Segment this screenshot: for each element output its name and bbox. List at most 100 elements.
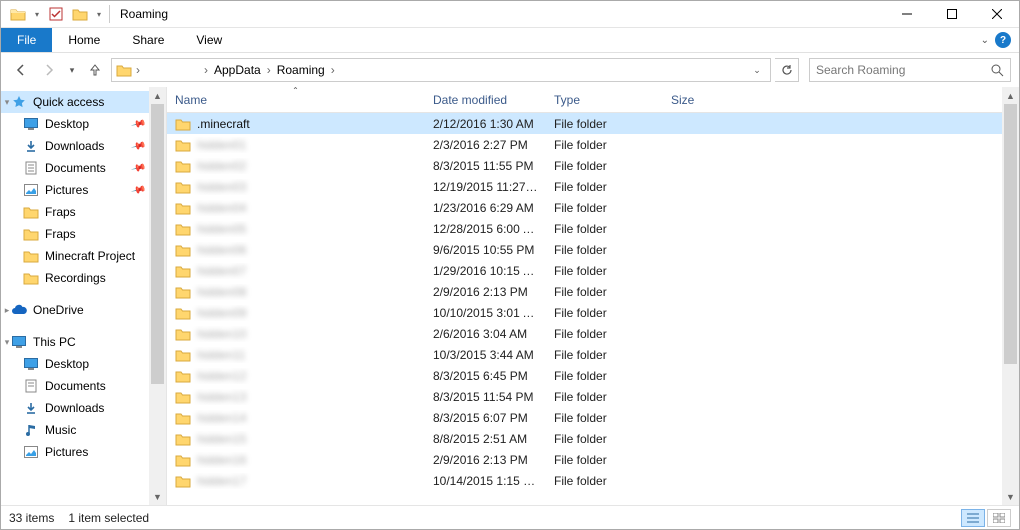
- table-row[interactable]: hidden162/9/2016 2:13 PMFile folder: [167, 449, 1002, 470]
- back-button[interactable]: [9, 58, 33, 82]
- tab-share[interactable]: Share: [116, 28, 180, 52]
- file-name: hidden11: [197, 348, 246, 362]
- chevron-right-icon[interactable]: ▸: [1, 305, 13, 316]
- up-button[interactable]: [83, 58, 107, 82]
- scrollbar-thumb[interactable]: [1004, 104, 1017, 364]
- close-button[interactable]: [974, 1, 1019, 28]
- sidebar-recordings[interactable]: Recordings: [1, 267, 150, 289]
- sidebar-fraps[interactable]: Fraps: [1, 201, 150, 223]
- scroll-down-icon[interactable]: ▼: [1002, 488, 1019, 505]
- sidebar-scrollbar[interactable]: ▲ ▼: [149, 87, 166, 505]
- table-row[interactable]: hidden138/3/2015 11:54 PMFile folder: [167, 386, 1002, 407]
- chevron-down-icon[interactable]: ▾: [1, 337, 13, 348]
- file-date: 2/9/2016 2:13 PM: [425, 453, 546, 467]
- desktop-icon: [23, 116, 39, 132]
- sidebar-minecraft-project[interactable]: Minecraft Project: [1, 245, 150, 267]
- sidebar-item-label: Pictures: [45, 445, 88, 459]
- file-name: hidden17: [197, 474, 246, 488]
- sidebar-fraps-2[interactable]: Fraps: [1, 223, 150, 245]
- table-row[interactable]: hidden1110/3/2015 3:44 AMFile folder: [167, 344, 1002, 365]
- recent-locations-button[interactable]: ▾: [65, 58, 79, 82]
- scrollbar-track[interactable]: [149, 104, 166, 488]
- file-name: hidden02: [197, 159, 246, 173]
- table-row[interactable]: hidden028/3/2015 11:55 PMFile folder: [167, 155, 1002, 176]
- scroll-up-icon[interactable]: ▲: [1002, 87, 1019, 104]
- sidebar-downloads[interactable]: Downloads 📌: [1, 135, 150, 157]
- sidebar-onedrive[interactable]: ▸ OneDrive: [1, 299, 150, 321]
- table-row[interactable]: hidden0512/28/2015 6:00 AMFile folder: [167, 218, 1002, 239]
- sidebar-pc-downloads[interactable]: Downloads: [1, 397, 150, 419]
- sidebar-this-pc[interactable]: ▾ This PC: [1, 331, 150, 353]
- breadcrumb-appdata[interactable]: AppData: [210, 59, 265, 81]
- file-type: File folder: [546, 138, 663, 152]
- sidebar-pc-music[interactable]: Music: [1, 419, 150, 441]
- folder-icon: [175, 347, 191, 363]
- scrollbar-thumb[interactable]: [151, 104, 164, 384]
- table-row[interactable]: hidden102/6/2016 3:04 AMFile folder: [167, 323, 1002, 344]
- sidebar-pictures[interactable]: Pictures 📌: [1, 179, 150, 201]
- table-row[interactable]: hidden071/29/2016 10:15 AMFile folder: [167, 260, 1002, 281]
- table-row[interactable]: hidden158/8/2015 2:51 AMFile folder: [167, 428, 1002, 449]
- chevron-down-icon[interactable]: ▾: [1, 97, 13, 108]
- details-view-button[interactable]: [961, 509, 985, 527]
- file-type: File folder: [546, 117, 663, 131]
- folder-icon: [175, 452, 191, 468]
- chevron-right-icon[interactable]: ›: [265, 63, 273, 77]
- breadcrumb-roaming[interactable]: Roaming: [273, 59, 329, 81]
- help-icon[interactable]: ?: [995, 32, 1011, 48]
- scroll-down-icon[interactable]: ▼: [149, 488, 166, 505]
- tab-view[interactable]: View: [180, 28, 238, 52]
- maximize-button[interactable]: [929, 1, 974, 28]
- properties-icon[interactable]: [45, 3, 67, 25]
- sidebar-pc-desktop[interactable]: Desktop: [1, 353, 150, 375]
- table-row[interactable]: hidden069/6/2015 10:55 PMFile folder: [167, 239, 1002, 260]
- column-size[interactable]: Size: [663, 87, 741, 112]
- chevron-right-icon[interactable]: ›: [202, 63, 210, 77]
- content-scrollbar[interactable]: ▲ ▼: [1002, 87, 1019, 505]
- status-item-count: 33 items: [9, 511, 54, 525]
- refresh-button[interactable]: [775, 58, 799, 82]
- forward-button[interactable]: [37, 58, 61, 82]
- chevron-right-icon[interactable]: ›: [134, 63, 142, 77]
- sidebar-pc-documents[interactable]: Documents: [1, 375, 150, 397]
- scrollbar-track[interactable]: [1002, 104, 1019, 488]
- qat-dropdown-icon[interactable]: ▾: [31, 3, 43, 25]
- ribbon-expand-icon[interactable]: ⌄: [981, 35, 989, 46]
- table-row[interactable]: .minecraft2/12/2016 1:30 AMFile folder: [167, 113, 1002, 134]
- pin-icon: 📌: [130, 182, 146, 198]
- thumbnails-view-button[interactable]: [987, 509, 1011, 527]
- sidebar-quick-access[interactable]: ▾ Quick access: [1, 91, 150, 113]
- sidebar-pc-pictures[interactable]: Pictures: [1, 441, 150, 463]
- folder-icon: [175, 158, 191, 174]
- table-row[interactable]: hidden0910/10/2015 3:01 AMFile folder: [167, 302, 1002, 323]
- table-row[interactable]: hidden041/23/2016 6:29 AMFile folder: [167, 197, 1002, 218]
- qat-customize-icon[interactable]: ▾: [93, 3, 105, 25]
- table-row[interactable]: hidden1710/14/2015 1:15 PMFile folder: [167, 470, 1002, 491]
- new-folder-icon[interactable]: [69, 3, 91, 25]
- minimize-button[interactable]: [884, 1, 929, 28]
- sidebar-documents[interactable]: Documents 📌: [1, 157, 150, 179]
- address-bar[interactable]: › › AppData › Roaming › ⌄: [111, 58, 771, 82]
- column-name[interactable]: ⌃ Name: [167, 87, 425, 112]
- column-date[interactable]: Date modified: [425, 87, 546, 112]
- desktop-icon: [23, 356, 39, 372]
- table-row[interactable]: hidden148/3/2015 6:07 PMFile folder: [167, 407, 1002, 428]
- column-type[interactable]: Type: [546, 87, 663, 112]
- tab-home[interactable]: Home: [52, 28, 116, 52]
- pin-icon: 📌: [130, 116, 146, 132]
- table-row[interactable]: hidden128/3/2015 6:45 PMFile folder: [167, 365, 1002, 386]
- breadcrumb-user[interactable]: [142, 59, 202, 81]
- table-row[interactable]: hidden0312/19/2015 11:27 …File folder: [167, 176, 1002, 197]
- scroll-up-icon[interactable]: ▲: [149, 87, 166, 104]
- chevron-right-icon[interactable]: ›: [329, 63, 337, 77]
- file-name: hidden08: [197, 285, 246, 299]
- search-input[interactable]: Search Roaming: [809, 58, 1011, 82]
- address-dropdown-icon[interactable]: ⌄: [746, 59, 768, 81]
- sidebar-desktop[interactable]: Desktop 📌: [1, 113, 150, 135]
- star-icon: [11, 94, 27, 110]
- file-name: hidden10: [197, 327, 246, 341]
- titlebar-separator: [109, 5, 110, 23]
- tab-file[interactable]: File: [1, 28, 52, 52]
- table-row[interactable]: hidden012/3/2016 2:27 PMFile folder: [167, 134, 1002, 155]
- table-row[interactable]: hidden082/9/2016 2:13 PMFile folder: [167, 281, 1002, 302]
